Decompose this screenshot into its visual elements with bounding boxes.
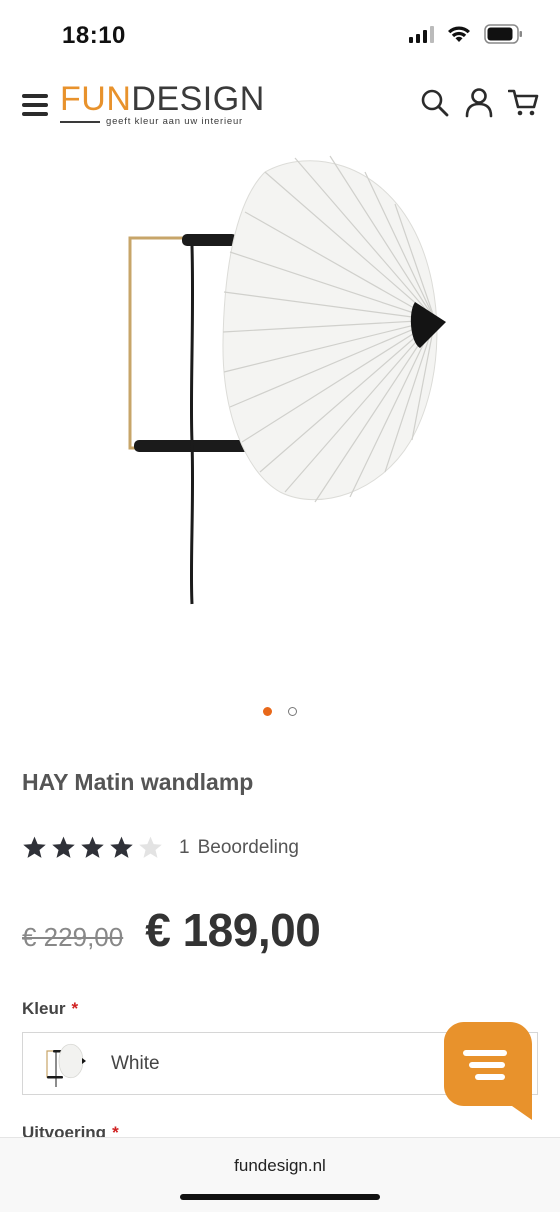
product-gallery[interactable] (0, 142, 560, 716)
star-filled-icon (52, 836, 75, 858)
color-selected-value: White (111, 1052, 160, 1074)
rating-link[interactable]: 1 Beoordeling (179, 837, 299, 859)
wifi-icon (448, 26, 470, 42)
cellular-signal-icon (409, 25, 434, 43)
logo-tagline: geeft kleur aan uw interieur (60, 116, 243, 127)
status-time: 18:10 (62, 22, 126, 49)
site-header: FUNDESIGN geeft kleur aan uw interieur (0, 72, 560, 142)
logo[interactable]: FUNDESIGN geeft kleur aan uw interieur (60, 80, 270, 130)
home-indicator[interactable] (180, 1194, 380, 1200)
current-price: € 189,00 (145, 904, 321, 956)
required-mark: * (71, 999, 79, 1018)
chat-widget-button[interactable] (444, 1022, 532, 1124)
old-price: € 229,00 (22, 922, 124, 952)
account-icon[interactable] (464, 86, 494, 118)
star-filled-icon (110, 836, 133, 858)
browser-address-bar[interactable]: fundesign.nl (0, 1137, 560, 1212)
star-empty-icon (139, 836, 162, 858)
header-actions (420, 86, 540, 118)
logo-tagline-text: geeft kleur aan uw interieur (106, 116, 243, 127)
star-filled-icon (81, 836, 104, 858)
color-swatch-thumbnail (46, 1043, 86, 1087)
status-bar: 18:10 (0, 0, 560, 72)
cart-icon[interactable] (508, 86, 540, 118)
logo-line (60, 120, 100, 123)
product-image-lamp[interactable] (110, 142, 460, 612)
product-title: HAY Matin wandlamp (22, 769, 254, 795)
logo-wordmark: FUNDESIGN (60, 80, 270, 118)
rating-count: 1 (179, 836, 190, 858)
price-row: € 229,00 € 189,00 (22, 903, 321, 957)
search-icon[interactable] (420, 86, 450, 118)
product-rating[interactable]: 1 Beoordeling (22, 835, 299, 860)
gallery-pagination (0, 707, 560, 716)
gallery-dot-2[interactable] (288, 707, 297, 716)
menu-icon[interactable] (22, 94, 48, 116)
url-text[interactable]: fundesign.nl (0, 1156, 560, 1176)
star-filled-icon (23, 836, 46, 858)
color-label-text: Kleur (22, 999, 66, 1018)
battery-icon (484, 24, 522, 44)
status-icons (409, 24, 524, 44)
gallery-dot-1[interactable] (263, 707, 272, 716)
logo-fun: FUN (60, 80, 132, 118)
logo-design: DESIGN (131, 80, 265, 118)
rating-label: Beoordeling (197, 836, 299, 858)
color-option-label: Kleur * (22, 999, 78, 1019)
